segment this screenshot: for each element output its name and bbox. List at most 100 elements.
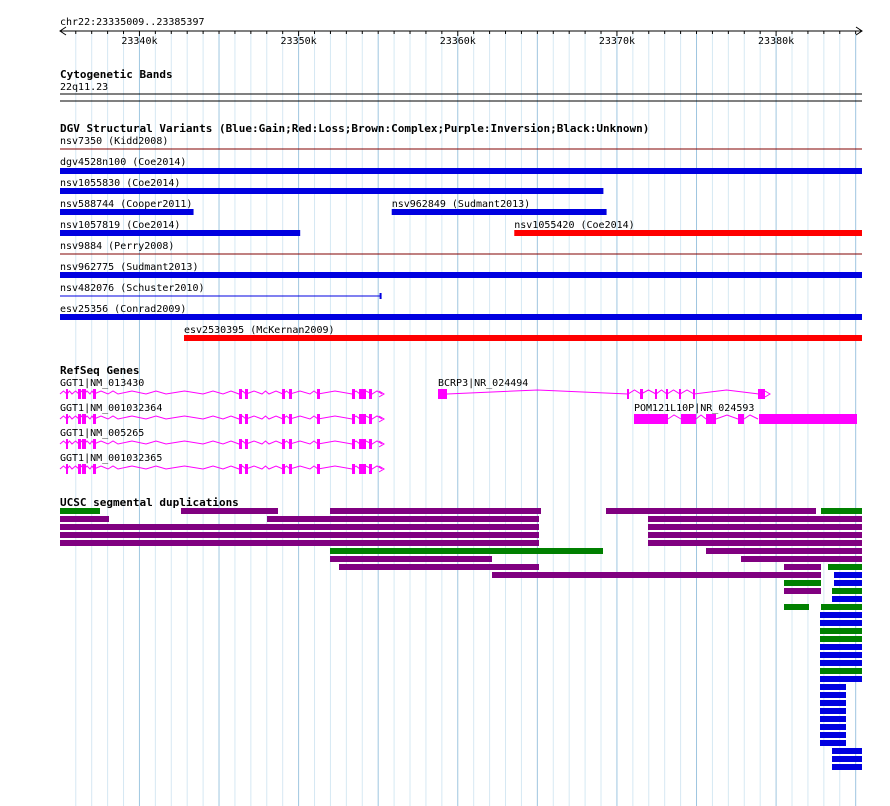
segdup-feature[interactable] [820,652,862,658]
segdup-features [60,508,862,770]
segdup-feature[interactable] [832,764,862,770]
segdup-feature[interactable] [648,532,862,538]
segdup-feature[interactable] [832,756,862,762]
segdup-feature[interactable] [820,692,846,698]
segdup-feature[interactable] [706,548,862,554]
segdup-feature[interactable] [784,604,809,610]
gene-exon [239,464,242,474]
dgv-feature[interactable]: nsv962775 (Sudmant2013) [60,262,862,278]
dgv-feature-bar[interactable] [514,230,862,236]
ruler-tick-label: 23360k [440,36,476,47]
segdup-feature[interactable] [60,508,100,514]
dgv-feature-bar[interactable] [60,314,862,320]
ruler-tick-label: 23380k [758,36,794,47]
segdup-feature[interactable] [60,524,539,530]
segdup-feature[interactable] [820,684,846,690]
segdup-feature[interactable] [820,612,862,618]
segdup-feature[interactable] [741,556,862,562]
segdup-feature[interactable] [820,636,862,642]
gene-label: BCRP3|NR_024494 [438,378,528,389]
segdup-feature[interactable] [330,548,603,554]
ruler-tick-label: 23350k [281,36,317,47]
segdup-feature[interactable] [820,668,862,674]
segdup-feature[interactable] [492,572,821,578]
segdup-feature[interactable] [820,628,862,634]
segdup-feature[interactable] [820,676,862,682]
dgv-feature-bar[interactable] [60,209,194,215]
segdup-feature[interactable] [330,556,492,562]
gene-exon [66,389,68,399]
segdup-feature[interactable] [784,580,821,586]
segdup-feature[interactable] [648,524,862,530]
segdup-feature[interactable] [820,620,862,626]
track-cytoband: Cytogenetic Bands 22q11.23 [60,68,862,102]
dgv-feature-bar[interactable] [60,253,862,255]
gene-ggt1-nm001032364[interactable]: GGT1|NM_001032364 [59,403,385,424]
segdup-feature[interactable] [267,516,539,522]
segdup-feature[interactable] [181,508,278,514]
dgv-feature-bar[interactable] [60,295,381,297]
dgv-feature[interactable]: nsv7350 (Kidd2008) [60,136,862,150]
dgv-feature[interactable]: nsv9884 (Perry2008) [60,241,862,255]
dgv-feature-bar[interactable] [60,272,862,278]
gene-exon [82,439,86,449]
segdup-feature[interactable] [784,564,821,570]
segdup-feature[interactable] [60,516,109,522]
segdup-feature[interactable] [820,700,846,706]
dgv-feature-label: nsv482076 (Schuster2010) [60,283,205,294]
gene-ggt1-nm013430[interactable]: GGT1|NM_013430 [59,378,385,399]
dgv-feature[interactable]: nsv1057819 (Coe2014) [60,220,301,236]
gene-bcrp3[interactable]: BCRP3|NR_024494 [438,378,771,399]
dgv-feature-label: nsv1057819 (Coe2014) [60,220,180,231]
segdup-feature[interactable] [339,564,539,570]
dgv-feature-bar[interactable] [60,148,862,150]
dgv-feature-label: nsv1055830 (Coe2014) [60,178,180,189]
segdup-feature[interactable] [821,508,862,514]
segdup-feature[interactable] [820,660,862,666]
dgv-feature[interactable]: nsv962849 (Sudmant2013) [391,199,607,215]
track-title-refseq: RefSeq Genes [60,364,139,377]
segdup-feature[interactable] [60,540,539,546]
dgv-feature[interactable]: nsv482076 (Schuster2010) [60,283,382,299]
dgv-feature-bar[interactable] [60,168,862,174]
gene-exon [82,414,86,424]
gene-intron-line [59,390,383,395]
dgv-feature-label: nsv962775 (Sudmant2013) [60,262,198,273]
dgv-feature-bar[interactable] [60,230,301,236]
segdup-feature[interactable] [832,588,862,594]
dgv-feature[interactable]: nsv588744 (Cooper2011) [60,199,194,215]
gene-label: GGT1|NM_001032364 [60,403,162,414]
gene-ggt1-nm001032365[interactable]: GGT1|NM_001032365 [59,453,385,474]
track-title-dgv: DGV Structural Variants (Blue:Gain;Red:L… [60,122,649,135]
dgv-feature-bar[interactable] [184,335,862,341]
dgv-feature-bar[interactable] [391,209,607,215]
segdup-feature[interactable] [821,604,862,610]
dgv-feature[interactable]: dgv4528n100 (Coe2014) [60,157,862,174]
segdup-feature[interactable] [648,540,862,546]
gene-exon [93,414,96,424]
gene-exon [352,439,355,449]
segdup-feature[interactable] [820,644,862,650]
segdup-feature[interactable] [828,564,862,570]
gene-ggt1-nm005265[interactable]: GGT1|NM_005265 [59,428,385,449]
segdup-feature[interactable] [820,724,846,730]
segdup-feature[interactable] [834,580,862,586]
dgv-feature[interactable]: esv25356 (Conrad2009) [60,304,862,320]
gene-exon [66,464,68,474]
segdup-feature[interactable] [832,596,862,602]
segdup-feature[interactable] [820,732,846,738]
dgv-feature-bar[interactable] [60,188,604,194]
segdup-feature[interactable] [60,532,539,538]
segdup-feature[interactable] [330,508,541,514]
gene-exon [681,414,696,424]
dgv-feature-label: nsv588744 (Cooper2011) [60,199,192,210]
segdup-feature[interactable] [648,516,862,522]
segdup-feature[interactable] [834,572,862,578]
segdup-feature[interactable] [832,748,862,754]
segdup-feature[interactable] [606,508,816,514]
segdup-feature[interactable] [820,740,846,746]
segdup-feature[interactable] [820,708,846,714]
dgv-feature[interactable]: nsv1055420 (Coe2014) [514,220,862,236]
segdup-feature[interactable] [820,716,846,722]
segdup-feature[interactable] [784,588,821,594]
